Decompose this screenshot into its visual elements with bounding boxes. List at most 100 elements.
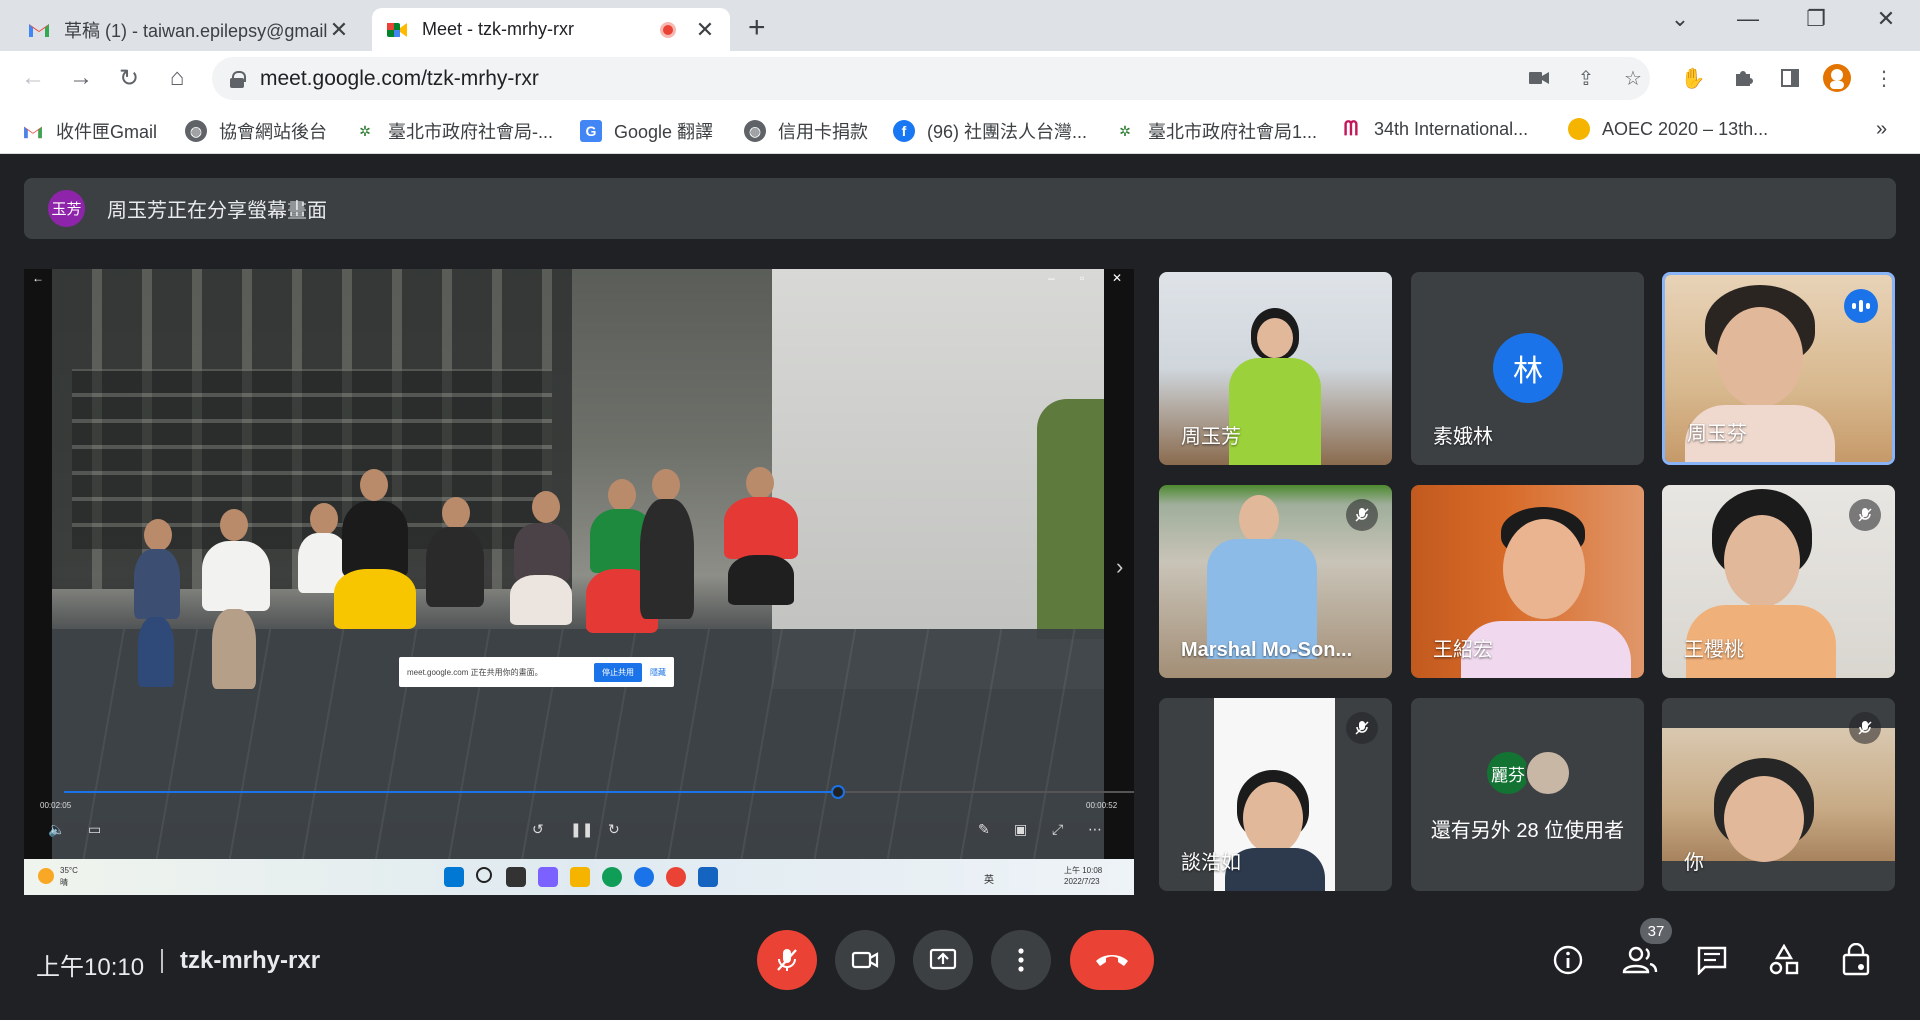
player-close-icon[interactable]: ✕ [1112, 271, 1122, 285]
bookmark-facebook[interactable]: f (96) 社團法人台灣... [893, 118, 1087, 144]
participant-tile[interactable]: 周玉芳 [1159, 272, 1392, 465]
rewind-10-icon[interactable]: ↺ [532, 821, 544, 838]
more-options-button[interactable] [991, 930, 1051, 990]
participant-tile[interactable]: 談浩如 [1159, 698, 1392, 891]
participant-tile[interactable]: 王紹宏 [1411, 485, 1644, 678]
hide-button[interactable]: 隱藏 [650, 667, 666, 678]
profile-avatar[interactable] [1822, 63, 1852, 93]
meeting-details-button[interactable] [1548, 940, 1588, 980]
stop-sharing-button[interactable]: 停止共用 [594, 662, 642, 682]
bookmark-label: 34th International... [1374, 118, 1529, 139]
people-button[interactable] [1620, 940, 1660, 980]
bookmark-taipei-2[interactable]: ✲ 臺北市政府社會局1... [1114, 118, 1317, 144]
restore-button[interactable]: ❐ [1796, 6, 1836, 32]
person-shirt [1229, 358, 1321, 465]
edge-icon[interactable] [602, 867, 622, 887]
volume-icon[interactable]: 🔈 [48, 821, 65, 838]
close-icon[interactable]: ✕ [694, 17, 716, 43]
explorer-icon[interactable] [570, 867, 590, 887]
progress-handle[interactable] [831, 785, 845, 799]
presenting-text: 周玉芳正在分享螢幕畫面 [107, 200, 327, 222]
share-icon[interactable]: ⇪ [1571, 63, 1601, 93]
address-bar[interactable]: meet.google.com/tzk-mrhy-rxr [212, 57, 1650, 100]
url-text: meet.google.com/tzk-mrhy-rxr [260, 66, 539, 90]
close-icon[interactable]: ✕ [328, 17, 350, 43]
host-controls-button[interactable] [1836, 940, 1876, 980]
participant-name: 素娥林 [1433, 426, 1493, 448]
taipei-icon: ✲ [1119, 122, 1131, 139]
participant-tile-others[interactable]: 麗芬 還有另外 28 位使用者 [1411, 698, 1644, 891]
more-options-icon[interactable]: ⋯ [1088, 821, 1102, 838]
reload-icon[interactable]: ↻ [112, 61, 146, 95]
forward-30-icon[interactable]: ↻ [608, 821, 620, 838]
activities-button[interactable] [1764, 940, 1804, 980]
participant-name: Marshal Mo-Son... [1181, 639, 1353, 661]
player-restore-icon[interactable]: ▫ [1080, 271, 1084, 285]
player-back-icon[interactable]: ← [32, 271, 44, 285]
player-minimize-icon[interactable]: – [1048, 271, 1055, 285]
present-screen-button[interactable] [913, 930, 973, 990]
side-panel-icon[interactable] [1775, 63, 1805, 93]
app-icon[interactable] [634, 867, 654, 887]
chat-icon[interactable] [538, 867, 558, 887]
new-tab-button[interactable]: + [748, 11, 766, 45]
tab-search-icon[interactable]: ⌄ [1660, 6, 1700, 32]
close-window-button[interactable]: ✕ [1866, 6, 1906, 32]
tab-gmail[interactable]: 草稿 (1) - taiwan.epilepsy@gmail.com ✕ [14, 8, 364, 51]
minimize-button[interactable]: — [1728, 6, 1768, 32]
bookmark-admin[interactable]: ◍ 協會網站後台 [185, 118, 327, 144]
subtitles-icon[interactable]: ▭ [88, 821, 101, 838]
fullscreen-icon[interactable]: ⤢ [1052, 821, 1063, 838]
elapsed-time: 00:02:05 [40, 801, 72, 810]
extensions-icon[interactable] [1728, 63, 1758, 93]
bookmark-aoec[interactable]: AOEC 2020 – 13th... [1568, 118, 1768, 140]
participant-name: 談浩如 [1181, 852, 1241, 874]
pause-icon[interactable]: ❚❚ [570, 821, 593, 838]
leave-call-button[interactable] [1070, 930, 1154, 990]
dancer [728, 555, 794, 605]
bookmark-taipei-1[interactable]: ✲ 臺北市政府社會局-... [354, 118, 553, 144]
camera-icon[interactable] [1524, 63, 1554, 93]
chrome-icon[interactable] [666, 867, 686, 887]
forward-icon[interactable]: → [64, 61, 98, 95]
star-icon[interactable]: ☆ [1618, 63, 1648, 93]
miniplayer-icon[interactable]: ▣ [1014, 821, 1027, 838]
bookmark-label: AOEC 2020 – 13th... [1602, 118, 1769, 139]
edit-icon[interactable]: ✎ [978, 821, 990, 838]
participant-name: 周玉芳 [1181, 426, 1241, 448]
bookmark-international[interactable]: ᗰ 34th International... [1340, 118, 1528, 140]
dancer-head [310, 503, 338, 535]
menu-icon[interactable]: ⋮ [1869, 63, 1899, 93]
home-icon[interactable]: ⌂ [160, 61, 194, 95]
media-player-icon[interactable] [698, 867, 718, 887]
more-vert-icon [1018, 948, 1024, 972]
participant-name: 王紹宏 [1433, 639, 1493, 661]
shared-screen: meet.google.com 正在共用你的畫面。 停止共用 隱藏 ← – ▫ … [24, 269, 1134, 895]
back-icon[interactable]: ← [16, 61, 50, 95]
participant-tile[interactable]: 王櫻桃 [1662, 485, 1895, 678]
camera-toggle-button[interactable] [835, 930, 895, 990]
mic-toggle-button[interactable] [757, 930, 817, 990]
participant-tile-self[interactable]: 你 [1662, 698, 1895, 891]
search-icon[interactable] [476, 867, 492, 883]
bookmark-gmail[interactable]: 收件匣Gmail [22, 118, 157, 144]
taskview-icon[interactable] [506, 867, 526, 887]
participant-tile[interactable]: Marshal Mo-Son... [1159, 485, 1392, 678]
bookmark-donate[interactable]: ◍ 信用卡捐款 [744, 118, 868, 144]
input-language: 英 [984, 875, 994, 886]
participant-tile[interactable]: 周玉芬 [1662, 272, 1895, 465]
tab-meet[interactable]: Meet - tzk-mrhy-rxr ✕ [372, 8, 730, 51]
facebook-icon: f [893, 120, 915, 142]
start-icon[interactable] [444, 867, 464, 887]
person-face [1724, 515, 1800, 607]
bookmark-translate[interactable]: G Google 翻譯 [580, 118, 713, 144]
avatar: 玉芳 [48, 190, 85, 227]
dancer [212, 609, 256, 689]
chat-button[interactable] [1692, 940, 1732, 980]
bookmarks-overflow-icon[interactable]: » [1876, 118, 1887, 141]
video-progress-bar[interactable] [64, 785, 1134, 799]
taipei-icon: ✲ [359, 122, 371, 139]
hand-extension-icon[interactable]: ✋ [1678, 63, 1708, 93]
chevron-right-icon[interactable]: › [1116, 554, 1123, 580]
participant-tile[interactable]: 林 素娥林 [1411, 272, 1644, 465]
